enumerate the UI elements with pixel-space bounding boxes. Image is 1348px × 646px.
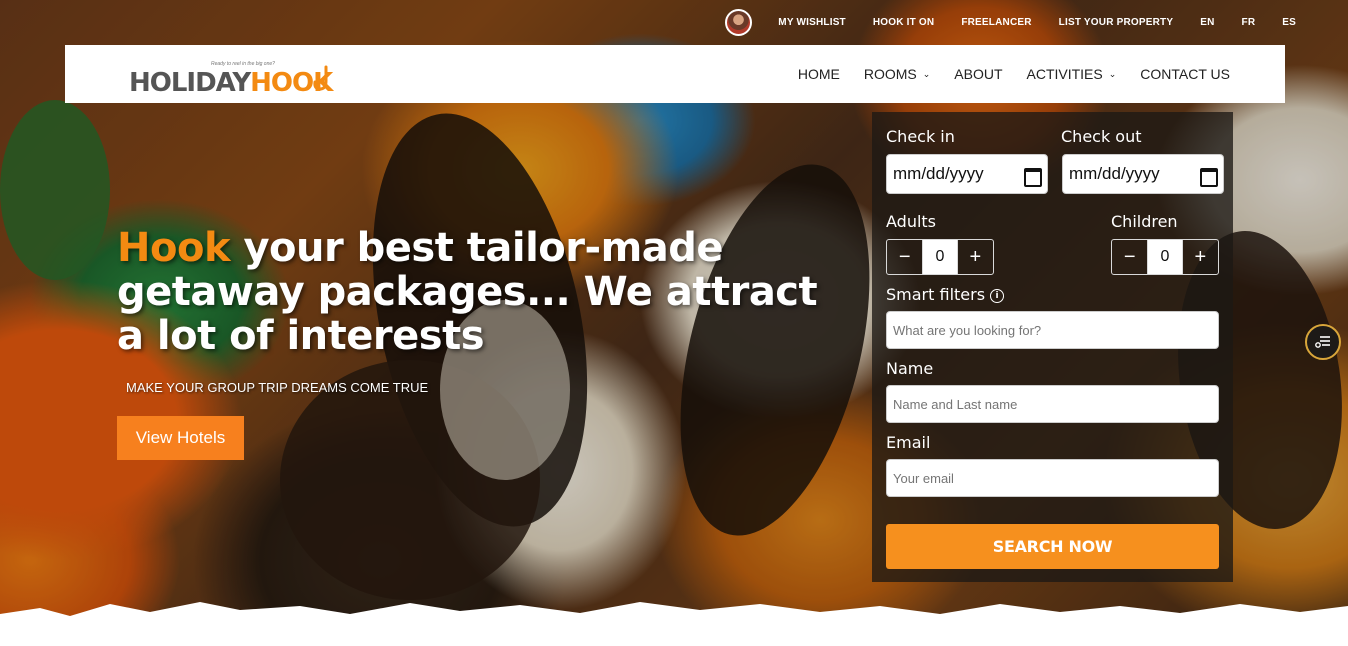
view-hotels-button[interactable]: View Hotels [117, 416, 244, 460]
nav-rooms[interactable]: ROOMS ⌄ [864, 66, 930, 82]
children-value[interactable]: 0 [1147, 240, 1183, 274]
email-input[interactable] [886, 459, 1219, 497]
logo-wordmark: HOLIDAYHOOK [129, 68, 333, 98]
children-increment-button[interactable]: + [1183, 240, 1218, 274]
checkout-label: Check out [1061, 127, 1142, 146]
checkout-date-value: mm/dd/yyyy [1069, 164, 1160, 183]
nav-about-label: ABOUT [954, 66, 1003, 82]
logo-word-holiday: HOLIDAY [129, 68, 251, 98]
calendar-icon[interactable] [1023, 166, 1042, 187]
hook-it-on-link[interactable]: HOOK IT ON [873, 17, 934, 28]
hero-title-accent: Hook [117, 225, 231, 271]
floating-filter-button[interactable] [1305, 324, 1341, 360]
email-label: Email [886, 433, 931, 452]
logo-tagline: Ready to reel in the big one? [211, 61, 275, 67]
smart-filters-label-text: Smart filters [886, 285, 986, 304]
top-utility-bar: MY WISHLIST HOOK IT ON FREELANCER LIST Y… [725, 8, 1296, 36]
freelancer-link[interactable]: FREELANCER [961, 17, 1031, 28]
hero-title: Hook your best tailor-made getaway packa… [117, 226, 837, 358]
adults-increment-button[interactable]: + [958, 240, 993, 274]
filter-icon [1315, 336, 1330, 348]
nav-home-label: HOME [797, 66, 840, 82]
search-now-button[interactable]: SEARCH NOW [886, 524, 1219, 569]
nav-contact-label: CONTACT US [1140, 66, 1230, 82]
list-property-link[interactable]: LIST YOUR PROPERTY [1059, 17, 1174, 28]
nav-rooms-label: ROOMS [863, 66, 917, 82]
smart-filters-label: Smart filters i [886, 285, 1005, 304]
checkin-date-value: mm/dd/yyyy [893, 164, 984, 183]
checkin-label: Check in [886, 127, 955, 146]
calendar-icon[interactable] [1199, 166, 1218, 187]
hook-icon [313, 65, 328, 91]
chevron-down-icon: ⌄ [1108, 68, 1117, 79]
torn-paper-edge [0, 602, 1348, 646]
checkin-date-input[interactable]: mm/dd/yyyy [886, 154, 1048, 194]
nav-contact[interactable]: CONTACT US [1140, 66, 1230, 82]
lang-fr-link[interactable]: FR [1242, 17, 1256, 28]
hero-subtitle: MAKE YOUR GROUP TRIP DREAMS COME TRUE [126, 380, 429, 395]
nav-home[interactable]: HOME [798, 66, 840, 82]
holidayhook-logo[interactable]: Ready to reel in the big one? HOLIDAYHOO… [129, 57, 334, 98]
main-navbar: Ready to reel in the big one? HOLIDAYHOO… [65, 45, 1285, 103]
name-input[interactable] [886, 385, 1219, 423]
chevron-down-icon: ⌄ [922, 68, 931, 79]
lang-es-link[interactable]: ES [1282, 17, 1296, 28]
children-stepper: − 0 + [1111, 239, 1219, 275]
adults-label: Adults [886, 212, 937, 231]
wishlist-link[interactable]: MY WISHLIST [778, 17, 846, 28]
adults-value[interactable]: 0 [922, 240, 958, 274]
children-label: Children [1111, 212, 1178, 231]
adults-decrement-button[interactable]: − [887, 240, 922, 274]
name-label: Name [886, 359, 934, 378]
user-avatar[interactable] [725, 8, 753, 36]
nav-activities-label: ACTIVITIES [1026, 66, 1103, 82]
nav-menu: HOME ROOMS ⌄ ABOUT ACTIVITIES ⌄ CONTACT US [774, 45, 1230, 103]
nav-activities[interactable]: ACTIVITIES ⌄ [1027, 66, 1117, 82]
smart-filters-input[interactable] [886, 311, 1219, 349]
adults-stepper: − 0 + [886, 239, 994, 275]
lang-en-link[interactable]: EN [1200, 17, 1214, 28]
checkout-date-input[interactable]: mm/dd/yyyy [1062, 154, 1224, 194]
info-icon[interactable]: i [990, 288, 1005, 303]
nav-about[interactable]: ABOUT [954, 66, 1002, 82]
children-decrement-button[interactable]: − [1112, 240, 1147, 274]
